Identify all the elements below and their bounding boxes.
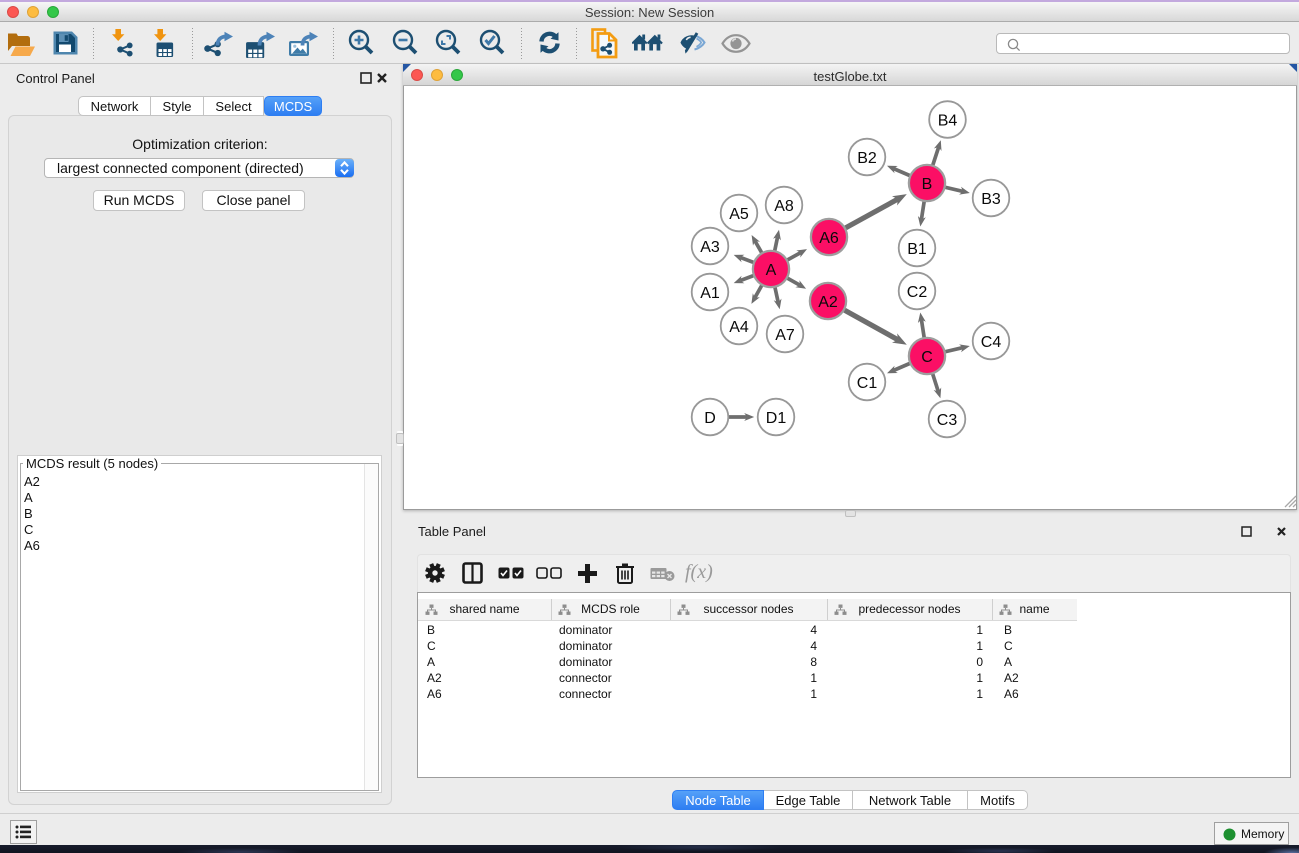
svg-text:A2: A2	[818, 294, 838, 311]
svg-text:A6: A6	[819, 230, 839, 247]
svg-text:C2: C2	[907, 284, 928, 301]
svg-text:B3: B3	[981, 191, 1001, 208]
svg-text:C: C	[921, 349, 933, 366]
svg-text:C4: C4	[981, 334, 1002, 351]
svg-text:B2: B2	[857, 150, 877, 167]
svg-text:A1: A1	[700, 285, 720, 302]
svg-text:A3: A3	[700, 239, 720, 256]
svg-text:A: A	[766, 262, 777, 279]
svg-text:B: B	[922, 176, 933, 193]
svg-text:A5: A5	[729, 206, 749, 223]
svg-text:B1: B1	[907, 241, 927, 258]
svg-text:A8: A8	[774, 198, 794, 215]
svg-text:B4: B4	[938, 112, 958, 129]
svg-text:D1: D1	[766, 410, 787, 427]
svg-text:A7: A7	[775, 327, 795, 344]
svg-text:C3: C3	[937, 412, 958, 429]
svg-text:D: D	[704, 410, 716, 427]
svg-text:C1: C1	[857, 375, 878, 392]
svg-text:A4: A4	[729, 319, 749, 336]
